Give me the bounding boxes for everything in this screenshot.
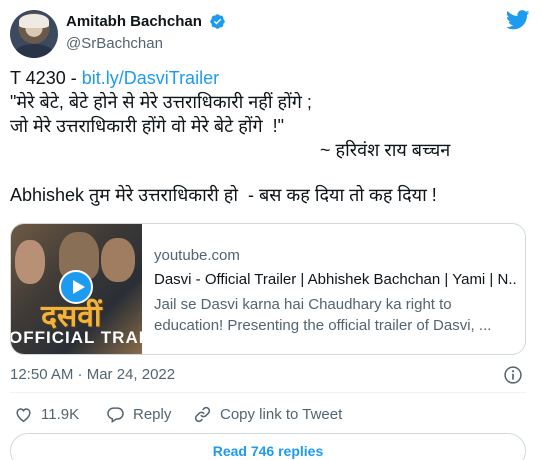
reply-label: Reply [133, 405, 172, 423]
closing-line: Abhishek तुम मेरे उत्तराधिकारी हो - बस क… [10, 185, 437, 205]
tweet-text: T 4230 - bit.ly/DasviTrailer "मेरे बेटे,… [10, 66, 530, 207]
twitter-bird-icon[interactable] [506, 10, 530, 30]
heart-icon [16, 407, 31, 422]
verified-badge-icon [210, 14, 226, 30]
card-domain: youtube.com [154, 247, 240, 264]
card-title: Dasvi - Official Trailer | Abhishek Bach… [154, 271, 516, 288]
reply-button[interactable]: Reply [106, 403, 171, 425]
video-thumbnail[interactable]: दसवीं OFFICIAL TRAILER [11, 224, 142, 354]
profile-avatar[interactable] [10, 10, 58, 58]
like-count: 11.9K [41, 405, 80, 423]
card-description: Jail se Dasvi karna hai Chaudhary ka rig… [154, 296, 492, 334]
avatar-hair [19, 14, 49, 28]
author-display-name[interactable]: Amitabh Bachchan [66, 13, 202, 30]
card-body: youtube.com Dasvi - Official Trailer | A… [154, 246, 516, 336]
quote-line-2: जो मेरे उत्तराधिकारी होंगे वो मेरे बेटे … [10, 116, 284, 136]
copy-link-button[interactable]: Copy link to Tweet [193, 403, 342, 425]
thumbnail-figure [101, 238, 135, 282]
link-preview-card[interactable]: दसवीं OFFICIAL TRAILER youtube.com Dasvi… [10, 223, 526, 355]
author-names: Amitabh Bachchan @SrBachchan [66, 13, 226, 52]
read-replies-button[interactable]: Read 746 replies [10, 433, 526, 460]
thumbnail-caption: OFFICIAL TRAILER [11, 328, 142, 347]
tweet-meta: 12:50 AM · Mar 24, 2022 [10, 363, 526, 387]
author-handle[interactable]: @SrBachchan [66, 35, 226, 52]
tweet-id: T 4230 - [10, 68, 82, 88]
reply-icon [107, 406, 124, 423]
thumbnail-figure [15, 240, 45, 284]
info-icon[interactable] [503, 365, 523, 385]
quote-line-1: "मेरे बेटे, बेटे होने से मेरे उत्तराधिका… [10, 92, 312, 112]
trailer-link[interactable]: bit.ly/DasviTrailer [82, 68, 219, 88]
like-button[interactable]: 11.9K [14, 403, 79, 425]
play-icon[interactable] [59, 270, 93, 304]
quote-attribution: ~ हरिवंश राय बच्चन [320, 140, 451, 160]
tweet-timestamp[interactable]: 12:50 AM · Mar 24, 2022 [10, 366, 175, 383]
copy-link-label: Copy link to Tweet [220, 405, 343, 423]
tweet-header: Amitabh Bachchan @SrBachchan [10, 10, 530, 58]
link-icon [194, 406, 211, 422]
divider [10, 392, 526, 393]
avatar-shoulders [14, 44, 54, 58]
tweet-first-line: T 4230 - bit.ly/DasviTrailer [10, 66, 530, 90]
